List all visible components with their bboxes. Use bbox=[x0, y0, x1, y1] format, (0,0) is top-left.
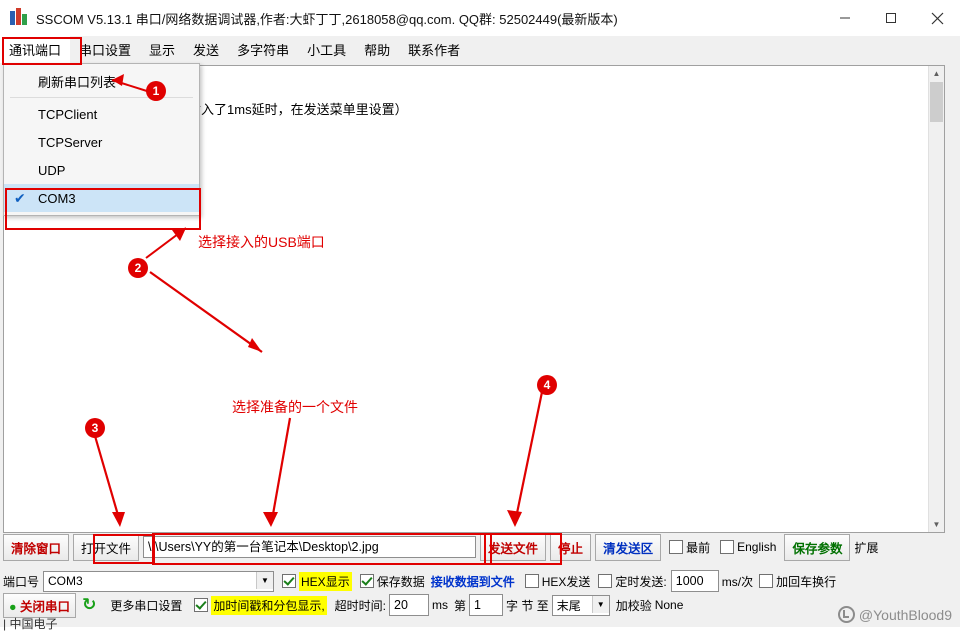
dropdown-item-com3[interactable]: ✔ COM3 bbox=[4, 184, 199, 212]
port-number-select[interactable]: COM3 ▼ bbox=[43, 570, 275, 592]
close-button[interactable] bbox=[914, 0, 960, 36]
save-data-checkbox[interactable]: 保存数据 bbox=[359, 573, 425, 590]
hex-display-label: HEX显示 bbox=[299, 571, 352, 591]
timeout-input[interactable]: 20 bbox=[389, 594, 430, 616]
menu-item-multi-string[interactable]: 多字符串 bbox=[228, 36, 298, 63]
clear-window-button[interactable]: 清除窗口 bbox=[3, 533, 70, 561]
recv-to-file-label[interactable]: 接收数据到文件 bbox=[431, 573, 515, 590]
always-on-top-label: 最前 bbox=[686, 540, 711, 555]
minimize-button[interactable] bbox=[822, 0, 868, 36]
dropdown-item-label: UDP bbox=[38, 162, 66, 178]
byte-from-label: 第 bbox=[454, 598, 467, 613]
dropdown-item-tcpserver[interactable]: TCPServer bbox=[4, 128, 199, 156]
send-interval-input[interactable]: 1000 bbox=[670, 570, 719, 592]
chevron-down-icon[interactable]: ▼ bbox=[591, 595, 609, 613]
add-crlf-checkbox[interactable]: 加回车换行 bbox=[759, 573, 836, 590]
dropdown-item-label: TCPClient bbox=[38, 106, 98, 122]
checkbox-box bbox=[282, 574, 297, 588]
menu-item-contact-author[interactable]: 联系作者 bbox=[399, 36, 469, 63]
save-data-label: 保存数据 bbox=[376, 574, 425, 589]
status-text: | 中国电子 bbox=[3, 616, 58, 631]
hex-display-checkbox[interactable]: HEX显示 bbox=[282, 571, 352, 591]
dropdown-item-udp[interactable]: UDP bbox=[4, 156, 199, 184]
more-serial-settings-label[interactable]: 更多串口设置 bbox=[110, 597, 182, 614]
dropdown-item-label: COM3 bbox=[38, 190, 76, 206]
interval-unit-label: ms/次 bbox=[721, 574, 754, 589]
checkbox-box bbox=[524, 574, 539, 588]
scroll-down-icon[interactable]: ▼ bbox=[929, 517, 944, 532]
english-label: English bbox=[737, 540, 777, 554]
english-checkbox[interactable]: English bbox=[720, 540, 776, 554]
toolbar-row: 清除窗口 打开文件 \:\Users\YY的第一台笔记本\Desktop\2.j… bbox=[3, 533, 878, 561]
checkbox-box bbox=[194, 598, 209, 612]
menu-bar: 通讯端口 串口设置 显示 发送 多字符串 小工具 帮助 联系作者 bbox=[0, 36, 960, 63]
timestamp-label: 加时间戳和分包显示, bbox=[211, 595, 327, 615]
timeout-label: 超时时间: bbox=[334, 598, 387, 613]
timeout-unit-label: ms bbox=[432, 598, 449, 612]
dropdown-item-refresh-ports[interactable]: 刷新串口列表 bbox=[4, 67, 199, 95]
port-number-label: 端口号 bbox=[3, 574, 40, 589]
byte-end-value: 末尾 bbox=[556, 598, 581, 613]
dropdown-item-tcpclient[interactable]: TCPClient bbox=[4, 100, 199, 128]
chevron-down-icon[interactable]: ▼ bbox=[256, 571, 274, 589]
checkbox-box bbox=[720, 540, 735, 554]
checkbox-box bbox=[359, 574, 374, 588]
settings-row: ● 关闭串口 ↻ 更多串口设置 加时间戳和分包显示, 超时时间: 20 ms 第… bbox=[3, 592, 684, 618]
byte-from-input[interactable]: 1 bbox=[469, 594, 504, 616]
stop-button[interactable]: 停止 bbox=[550, 533, 592, 561]
menu-item-comm-port[interactable]: 通讯端口 bbox=[0, 36, 71, 63]
timed-send-label: 定时发送: bbox=[615, 574, 667, 589]
always-on-top-checkbox[interactable]: 最前 bbox=[669, 539, 710, 556]
byte-end-select[interactable]: 末尾 ▼ bbox=[551, 594, 610, 616]
comm-port-dropdown[interactable]: 刷新串口列表 TCPClient TCPServer UDP ✔ COM3 bbox=[3, 63, 200, 216]
checkbox-box bbox=[669, 540, 684, 554]
file-path-input[interactable]: \:\Users\YY的第一台笔记本\Desktop\2.jpg bbox=[143, 536, 477, 558]
receive-scrollbar[interactable]: ▲ ▼ bbox=[928, 66, 944, 532]
dropdown-item-label: TCPServer bbox=[38, 134, 103, 150]
menu-item-tools[interactable]: 小工具 bbox=[298, 36, 355, 63]
port-row: 端口号 COM3 ▼ HEX显示 保存数据 接收数据到文件 HEX发送 定时发送… bbox=[3, 570, 840, 592]
send-file-button[interactable]: 发送文件 bbox=[480, 533, 547, 561]
byte-to-label: 字 节 至 bbox=[506, 598, 549, 613]
window-buttons bbox=[822, 0, 960, 36]
dropdown-item-label: 刷新串口列表 bbox=[38, 74, 117, 90]
checkbox-box bbox=[598, 574, 613, 588]
dropdown-separator bbox=[10, 97, 193, 98]
timed-send-checkbox[interactable]: 定时发送: bbox=[598, 573, 667, 590]
scroll-up-icon[interactable]: ▲ bbox=[929, 66, 944, 81]
menu-item-display[interactable]: 显示 bbox=[140, 36, 184, 63]
open-file-button[interactable]: 打开文件 bbox=[73, 533, 140, 561]
checkbox-box bbox=[759, 574, 774, 588]
app-logo-icon bbox=[9, 8, 29, 28]
add-crlf-label: 加回车换行 bbox=[776, 574, 837, 589]
checkmark-icon: ✔ bbox=[14, 190, 26, 206]
menu-item-serial-settings[interactable]: 串口设置 bbox=[70, 36, 140, 63]
close-port-label: 关闭串口 bbox=[20, 599, 71, 614]
menu-item-help[interactable]: 帮助 bbox=[355, 36, 399, 63]
scrollbar-thumb[interactable] bbox=[930, 82, 943, 122]
title-bar: SSCOM V5.13.1 串口/网络数据调试器,作者:大虾丁丁,2618058… bbox=[0, 0, 960, 37]
save-params-button[interactable]: 保存参数 bbox=[784, 533, 851, 561]
refresh-icon[interactable]: ↻ bbox=[82, 595, 96, 615]
menu-item-send[interactable]: 发送 bbox=[184, 36, 228, 63]
maximize-button[interactable] bbox=[868, 0, 914, 36]
hex-send-checkbox[interactable]: HEX发送 bbox=[524, 573, 591, 590]
timestamp-checkbox[interactable]: 加时间戳和分包显示, bbox=[194, 595, 327, 615]
checksum-value: None bbox=[654, 598, 684, 612]
app-window: SSCOM V5.13.1 串口/网络数据调试器,作者:大虾丁丁,2618058… bbox=[0, 0, 960, 631]
status-row: | 中国电子 bbox=[3, 616, 58, 631]
port-number-value: COM3 bbox=[48, 574, 83, 588]
hex-send-label: HEX发送 bbox=[541, 574, 591, 589]
checksum-label: 加校验 bbox=[615, 598, 652, 613]
window-title: SSCOM V5.13.1 串口/网络数据调试器,作者:大虾丁丁,2618058… bbox=[36, 11, 618, 27]
clear-send-area-button[interactable]: 清发送区 bbox=[595, 533, 662, 561]
expand-label[interactable]: 扩展 bbox=[854, 539, 878, 556]
